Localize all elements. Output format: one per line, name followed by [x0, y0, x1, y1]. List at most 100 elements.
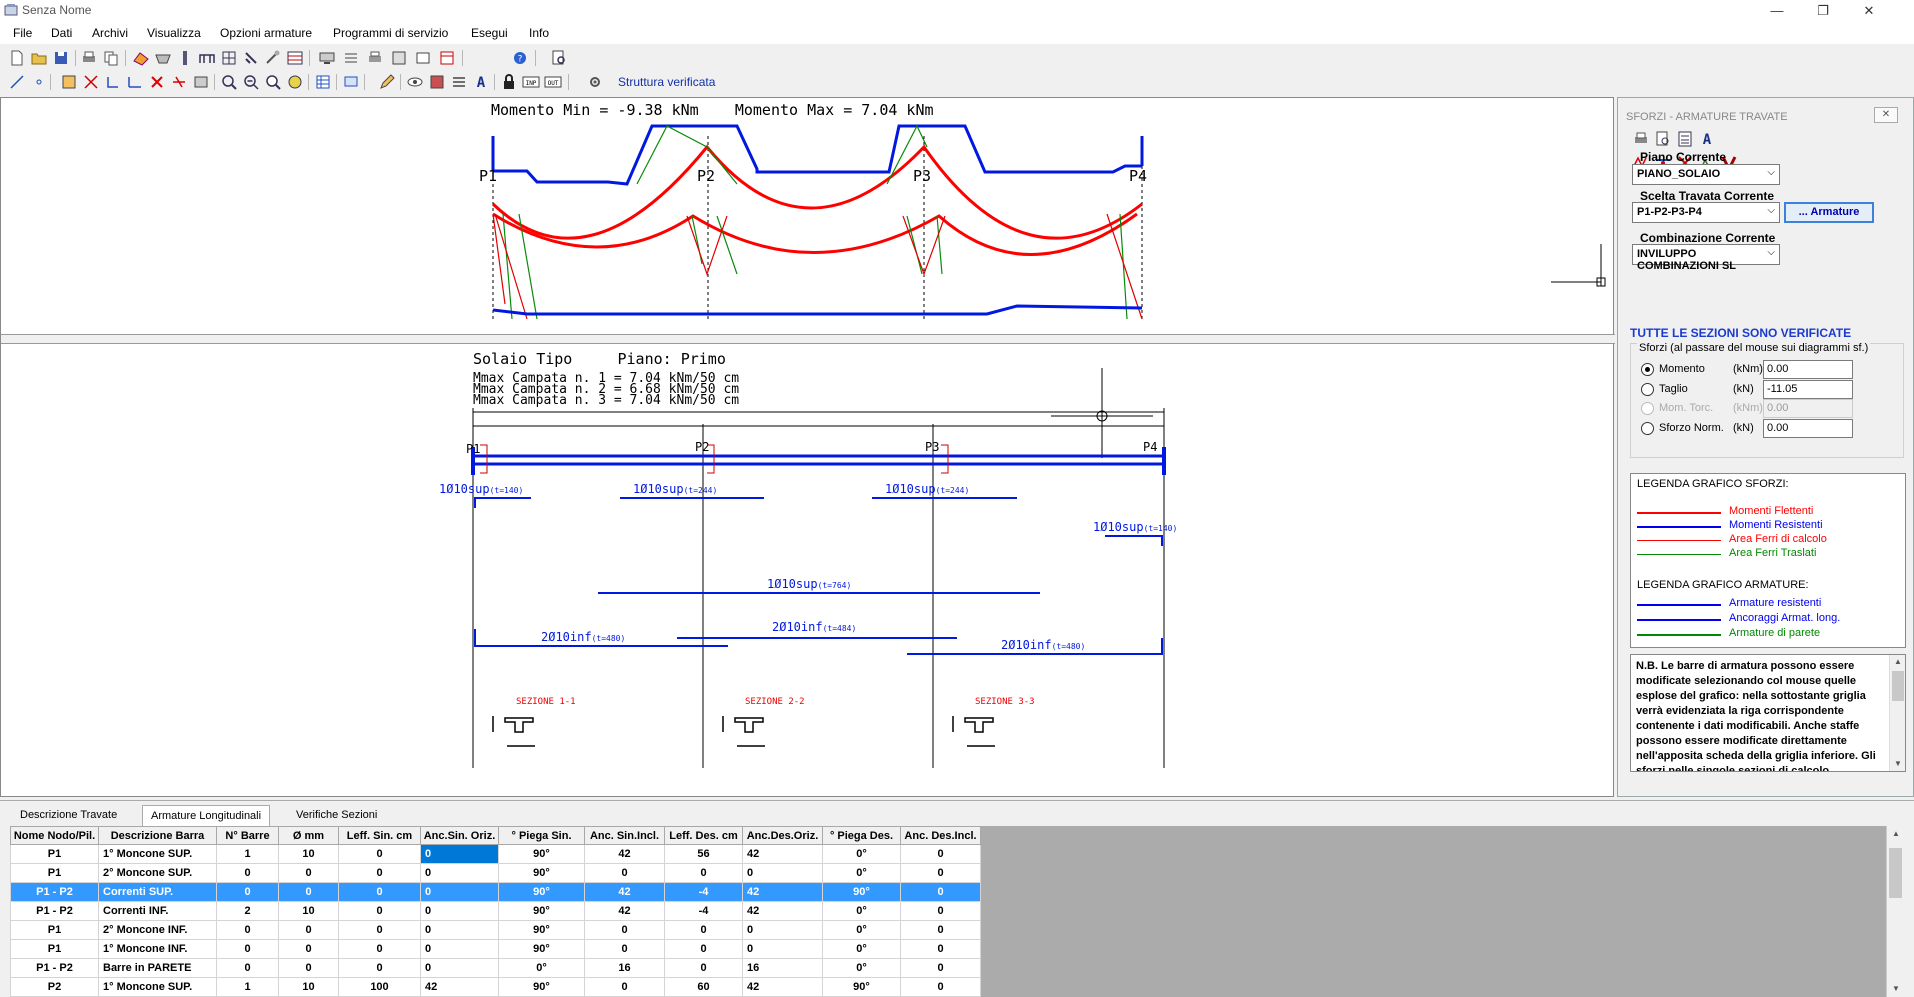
output-icon[interactable]: OUT	[544, 73, 562, 91]
sforzo-norm-value[interactable]: 0.00	[1763, 419, 1853, 438]
table-cell[interactable]: 2	[216, 901, 279, 921]
grid-scrollbar[interactable]: ▲ ▼	[1886, 826, 1904, 997]
table-cell[interactable]: 0	[338, 844, 421, 864]
table-cell[interactable]: 0	[900, 920, 981, 940]
table-cell[interactable]: 60	[664, 977, 743, 997]
zoom-fit-icon[interactable]	[264, 73, 282, 91]
line-tool-icon[interactable]	[8, 73, 26, 91]
radio-momento[interactable]: Momento (kNm) 0.00	[1641, 360, 1901, 380]
settings-icon[interactable]	[586, 73, 604, 91]
table-icon[interactable]	[286, 49, 304, 67]
table-cell[interactable]: 0	[420, 901, 499, 921]
table-cell[interactable]: 0	[278, 882, 339, 902]
table-cell[interactable]: 2° Moncone SUP.	[98, 863, 217, 883]
table-cell[interactable]: 0°	[822, 958, 901, 978]
column-header[interactable]: Anc.Des.Oriz.	[742, 826, 823, 845]
layer-icon[interactable]	[342, 73, 360, 91]
tab-verifiche-sezioni[interactable]: Verifiche Sezioni	[288, 805, 385, 827]
close-button[interactable]: ✕	[1846, 0, 1892, 22]
table-cell[interactable]: 0	[420, 939, 499, 959]
table-cell[interactable]: 2° Moncone INF.	[98, 920, 217, 940]
table-cell[interactable]: 0	[278, 958, 339, 978]
scroll-down-icon[interactable]: ▼	[1887, 981, 1905, 997]
table-cell[interactable]: 1	[216, 844, 279, 864]
monitor-icon[interactable]	[318, 49, 336, 67]
rect-tool-icon[interactable]	[60, 73, 78, 91]
table-cell[interactable]: 0	[664, 863, 743, 883]
delete-tool-icon[interactable]	[148, 73, 166, 91]
table-cell[interactable]: 1° Moncone SUP.	[98, 977, 217, 997]
table-cell[interactable]: P1	[10, 863, 99, 883]
report-icon[interactable]	[414, 49, 432, 67]
table-cell[interactable]: 0	[338, 863, 421, 883]
table-cell[interactable]: 90°	[822, 977, 901, 997]
table-cell[interactable]: 90°	[498, 939, 585, 959]
piano-select[interactable]: PIANO_SOLAIO ⌵	[1632, 164, 1780, 185]
travata-select[interactable]: P1-P2-P3-P4 ⌵	[1632, 202, 1780, 223]
column-header[interactable]: ° Piega Sin.	[498, 826, 585, 845]
table-cell[interactable]: 1	[216, 977, 279, 997]
zoom-window-icon[interactable]	[286, 73, 304, 91]
radio-sforzo-norm[interactable]: Sforzo Norm. (kN) 0.00	[1641, 419, 1901, 439]
menu-info[interactable]: Info	[529, 26, 549, 40]
grid-icon[interactable]	[220, 49, 238, 67]
table-cell[interactable]: 0	[900, 958, 981, 978]
table-row[interactable]: P1 2° Moncone SUP. 0 0 0 0 90° 0 0 0 0° 0	[10, 863, 981, 883]
table-cell[interactable]: 0	[420, 920, 499, 940]
table-cell[interactable]: 0	[742, 863, 823, 883]
table-cell[interactable]: 0	[278, 920, 339, 940]
table-row[interactable]: P1 - P2 Barre in PARETE 0 0 0 0 0° 16 0 16 0° 0	[10, 958, 981, 978]
table-cell[interactable]: 0	[338, 939, 421, 959]
table-cell[interactable]: P2	[10, 977, 99, 997]
note-box[interactable]: N.B. Le barre di armatura possono essere…	[1630, 654, 1906, 772]
table-cell[interactable]: 42	[742, 901, 823, 921]
table-view-icon[interactable]	[314, 73, 332, 91]
column-header[interactable]: Ø mm	[278, 826, 339, 845]
note-scrollbar[interactable]: ▲ ▼	[1889, 655, 1905, 771]
zoom-in-icon[interactable]	[220, 73, 238, 91]
column-icon[interactable]	[176, 49, 194, 67]
table-row[interactable]: P1 1° Moncone SUP. 1 10 0 0 90° 42 56 42 0° 0	[10, 844, 981, 864]
table-cell[interactable]: 42	[742, 882, 823, 902]
table-cell[interactable]: 0	[584, 863, 665, 883]
table-cell[interactable]: 10	[278, 844, 339, 864]
node-tool-icon[interactable]	[82, 73, 100, 91]
section-icon[interactable]	[428, 73, 446, 91]
table-row[interactable]: P1 2° Moncone INF. 0 0 0 0 90° 0 0 0 0° 0	[10, 920, 981, 940]
table-cell[interactable]: 0	[742, 939, 823, 959]
lock-icon[interactable]	[500, 73, 518, 91]
table-cell[interactable]: 0°	[822, 920, 901, 940]
calculator-icon[interactable]	[1676, 130, 1694, 148]
table-cell[interactable]: 0	[584, 977, 665, 997]
list-icon[interactable]	[342, 49, 360, 67]
table-row[interactable]: P1 - P2 Correnti SUP. 0 0 0 0 90° 42 -4 42 90° 0	[10, 882, 981, 902]
text-icon[interactable]: A	[1698, 130, 1716, 148]
table-row[interactable]: P1 1° Moncone INF. 0 0 0 0 90° 0 0 0 0° 0	[10, 939, 981, 959]
table-cell[interactable]: 0	[278, 863, 339, 883]
table-cell[interactable]: 0	[338, 901, 421, 921]
table-cell[interactable]: 100	[338, 977, 421, 997]
menu-opzioni-armature[interactable]: Opzioni armature	[220, 26, 312, 40]
table-cell[interactable]: 0	[900, 901, 981, 921]
help-icon[interactable]: ?	[511, 49, 529, 67]
trim-tool-icon[interactable]	[170, 73, 188, 91]
column-header[interactable]: Leff. Sin. cm	[338, 826, 421, 845]
table-cell[interactable]: 0	[338, 920, 421, 940]
table-cell[interactable]: 0°	[822, 939, 901, 959]
tool-icon[interactable]	[264, 49, 282, 67]
table-cell[interactable]: 0°	[822, 844, 901, 864]
table-cell[interactable]: 0	[900, 882, 981, 902]
table-cell[interactable]: 90°	[498, 920, 585, 940]
table-cell[interactable]: 0	[216, 920, 279, 940]
taglio-value[interactable]: -11.05	[1763, 380, 1853, 399]
radio-button[interactable]	[1641, 363, 1654, 376]
print-icon[interactable]	[80, 49, 98, 67]
corner-tool-icon[interactable]	[126, 73, 144, 91]
menu-file[interactable]: File	[13, 26, 32, 40]
table-cell[interactable]: P1 - P2	[10, 901, 99, 921]
armature-button[interactable]: ... Armature	[1784, 202, 1874, 223]
reinforcement-pane[interactable]: Solaio Tipo Piano: Primo Mmax Campata n.…	[7, 348, 1611, 796]
menu-programmi-servizio[interactable]: Programmi di servizio	[333, 26, 448, 40]
table-cell[interactable]: 0	[742, 920, 823, 940]
table-cell[interactable]: 0°	[822, 863, 901, 883]
